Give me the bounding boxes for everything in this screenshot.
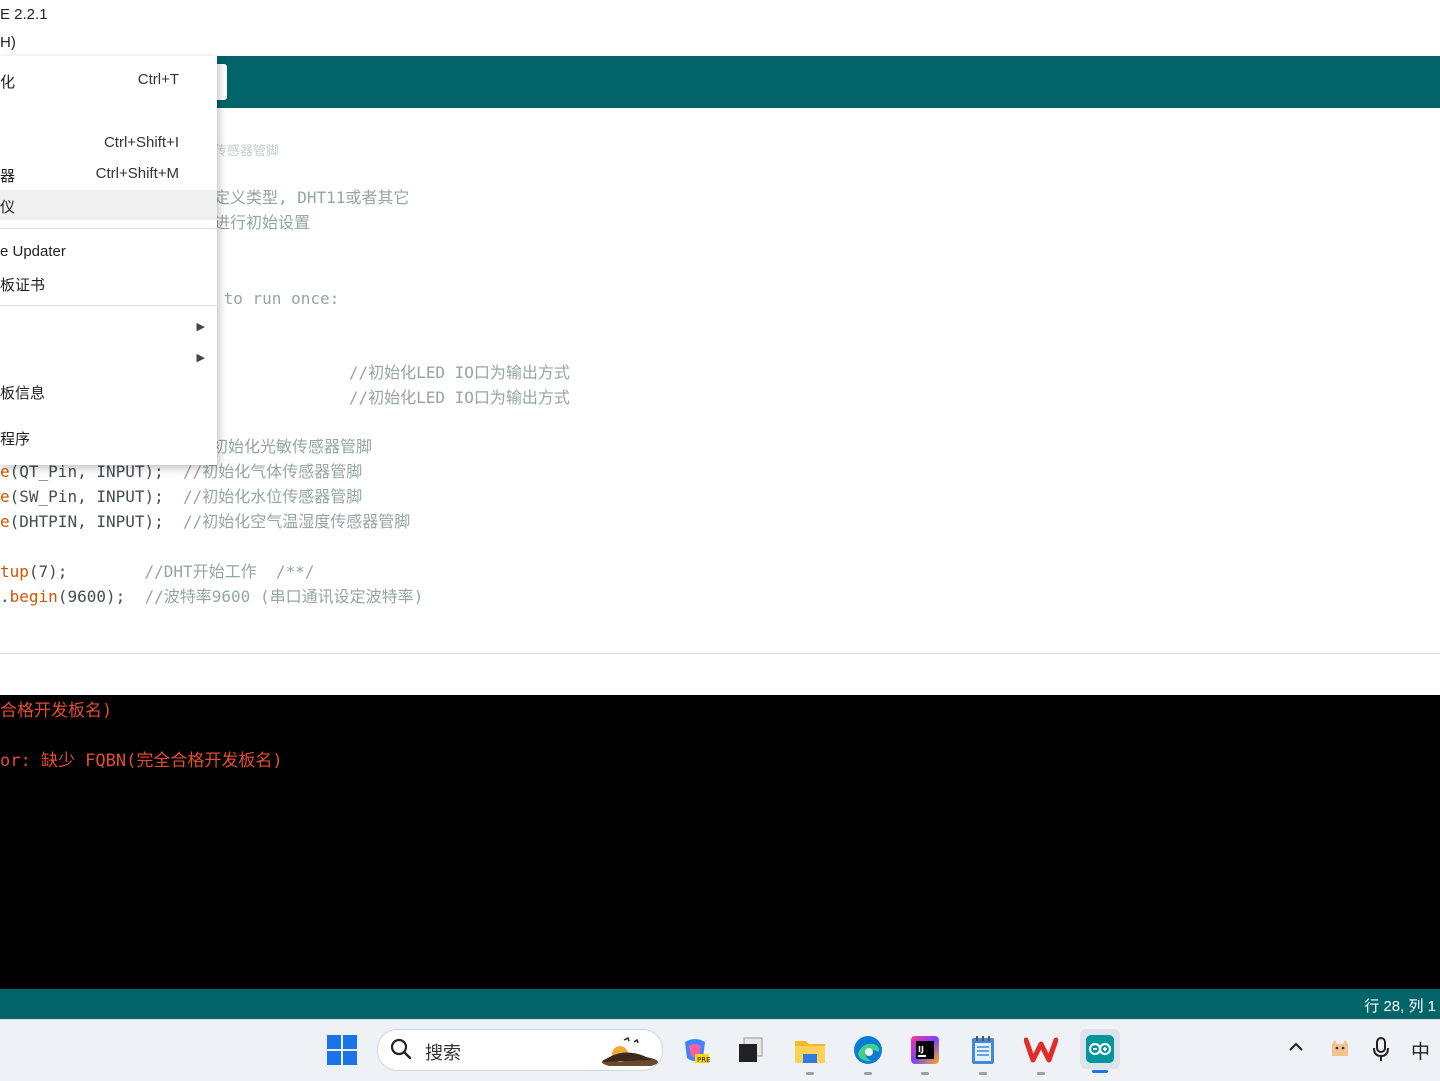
search-placeholder: 搜索	[425, 1043, 461, 1064]
code-line: 进行初始设置	[214, 212, 310, 234]
console-line: or: 缺少 FQBN(完全合格开发板名)	[0, 751, 283, 771]
window-titlebar: E 2.2.1 H)	[0, 0, 1440, 56]
menu-item-label: 程序	[0, 431, 31, 448]
menu-separator	[0, 305, 217, 306]
code-line: //初始化LED IO口为输出方式	[214, 362, 570, 384]
tray-overflow-chevron-icon[interactable]	[1287, 1038, 1305, 1059]
code-comment: //初始化空气温湿度传感器管脚	[183, 512, 411, 531]
code-comment: //初始化LED IO口为输出方式	[214, 363, 570, 382]
svg-text:IJ: IJ	[918, 1045, 924, 1054]
arduino-ide-icon[interactable]	[1080, 1029, 1120, 1073]
code-args: (SW_Pin, INPUT);	[9, 487, 184, 506]
code-dot: .	[0, 587, 10, 606]
menu-item-auto-format[interactable]: 化 Ctrl+T	[0, 65, 217, 95]
menu-item-port-submenu[interactable]: ▶	[0, 344, 217, 374]
search-icon	[390, 1038, 412, 1060]
status-bar: 行 28, 列 1	[0, 989, 1440, 1019]
code-args: (7);	[28, 562, 145, 581]
menu-item-label: 器	[0, 168, 16, 185]
submenu-arrow-icon: ▶	[196, 352, 205, 364]
taskbar: 搜索 PRE IJ 中	[0, 1019, 1440, 1081]
menu-item-upload-certificate[interactable]: 板证书	[0, 268, 217, 298]
code-comment: 传感器管脚	[214, 144, 280, 159]
console-header	[0, 654, 1440, 695]
edge-browser-icon[interactable]	[850, 1032, 886, 1075]
output-console[interactable]: 合格开发板名) or: 缺少 FQBN(完全合格开发板名)	[0, 695, 1440, 989]
code-comment: //初始化LED IO口为输出方式	[214, 388, 570, 407]
code-line: tup(7); //DHT开始工作 /**/	[0, 561, 314, 583]
menu-item-board-info[interactable]: 板信息	[0, 376, 217, 406]
code-line: .begin(9600); //波特率9600 (串口通讯设定波特率)	[0, 586, 423, 608]
menu-item-label: 仪	[0, 199, 16, 216]
code-comment: to run once:	[214, 289, 340, 308]
window-title: E 2.2.1	[0, 6, 48, 23]
menu-item-burn-bootloader[interactable]: 程序	[0, 422, 217, 452]
code-line: 传感器管脚	[214, 141, 279, 163]
notepad-icon[interactable]	[965, 1032, 1001, 1075]
taskbar-search-box[interactable]: 搜索	[377, 1029, 663, 1071]
menu-item-serial-plotter[interactable]: 仪	[0, 190, 217, 220]
windows-start-icon[interactable]	[324, 1032, 360, 1068]
code-args: (DHTPIN, INPUT);	[9, 512, 184, 531]
code-line: 定义类型, DHT11或者其它	[214, 187, 409, 209]
submenu-arrow-icon: ▶	[196, 321, 205, 333]
menu-separator	[0, 228, 217, 229]
menu-item-label: 板证书	[0, 277, 46, 294]
menu-item-label: 化	[0, 74, 16, 91]
menu-item-serial-monitor[interactable]: 器 Ctrl+Shift+M	[0, 159, 217, 189]
code-line: to run once:	[214, 288, 340, 310]
menu-bar-item[interactable]: H)	[0, 34, 16, 51]
code-function: tup	[0, 562, 29, 581]
menu-item-label: e Updater	[0, 243, 66, 260]
search-highlight-illustration-icon	[602, 1036, 658, 1066]
intellij-idea-icon[interactable]: IJ	[907, 1032, 943, 1075]
menu-item-board-submenu[interactable]: ▶	[0, 313, 217, 343]
code-line: e(DHTPIN, INPUT); //初始化空气温湿度传感器管脚	[0, 511, 410, 533]
code-function: e	[0, 487, 10, 506]
code-args: (9600);	[57, 587, 145, 606]
microphone-icon[interactable]	[1372, 1036, 1390, 1067]
code-comment: 进行初始设置	[214, 213, 311, 232]
code-comment: //初始化水位传感器管脚	[183, 487, 363, 506]
menu-item-shortcut: Ctrl+T	[137, 71, 179, 88]
menu-item-shortcut: Ctrl+Shift+I	[103, 134, 179, 151]
code-comment: 初始化光敏传感器管脚	[212, 437, 373, 456]
code-line: e(SW_Pin, INPUT); //初始化水位传感器管脚	[0, 486, 362, 508]
code-function: begin	[9, 587, 58, 606]
file-explorer-icon[interactable]	[792, 1032, 828, 1075]
console-line: 合格开发板名)	[0, 701, 113, 721]
code-line: //初始化LED IO口为输出方式	[214, 387, 570, 409]
code-function: e	[0, 512, 10, 531]
tray-cat-icon[interactable]	[1328, 1036, 1352, 1065]
copilot-icon[interactable]: PRE	[677, 1032, 713, 1068]
svg-text:PRE: PRE	[697, 1056, 711, 1064]
menu-item-label: 板信息	[0, 385, 46, 402]
task-view-icon[interactable]	[732, 1032, 768, 1068]
code-comment: //DHT开始工作 /**/	[144, 562, 315, 581]
menu-item-shortcut: Ctrl+Shift+M	[95, 165, 179, 182]
cursor-position: 行 28, 列 1	[1364, 998, 1436, 1015]
menu-item-fix-encoding[interactable]: Ctrl+Shift+I	[0, 128, 217, 158]
code-line: 初始化光敏传感器管脚	[212, 436, 372, 458]
wps-office-icon[interactable]	[1023, 1032, 1059, 1075]
code-comment: //波特率9600 (串口通讯设定波特率)	[144, 587, 424, 606]
code-comment: 定义类型, DHT11或者其它	[214, 188, 410, 207]
ime-indicator[interactable]: 中	[1411, 1037, 1430, 1064]
menu-item-firmware-updater[interactable]: e Updater	[0, 237, 217, 267]
tools-dropdown-menu: 化 Ctrl+T Ctrl+Shift+I 器 Ctrl+Shift+M 仪 e…	[0, 56, 217, 465]
